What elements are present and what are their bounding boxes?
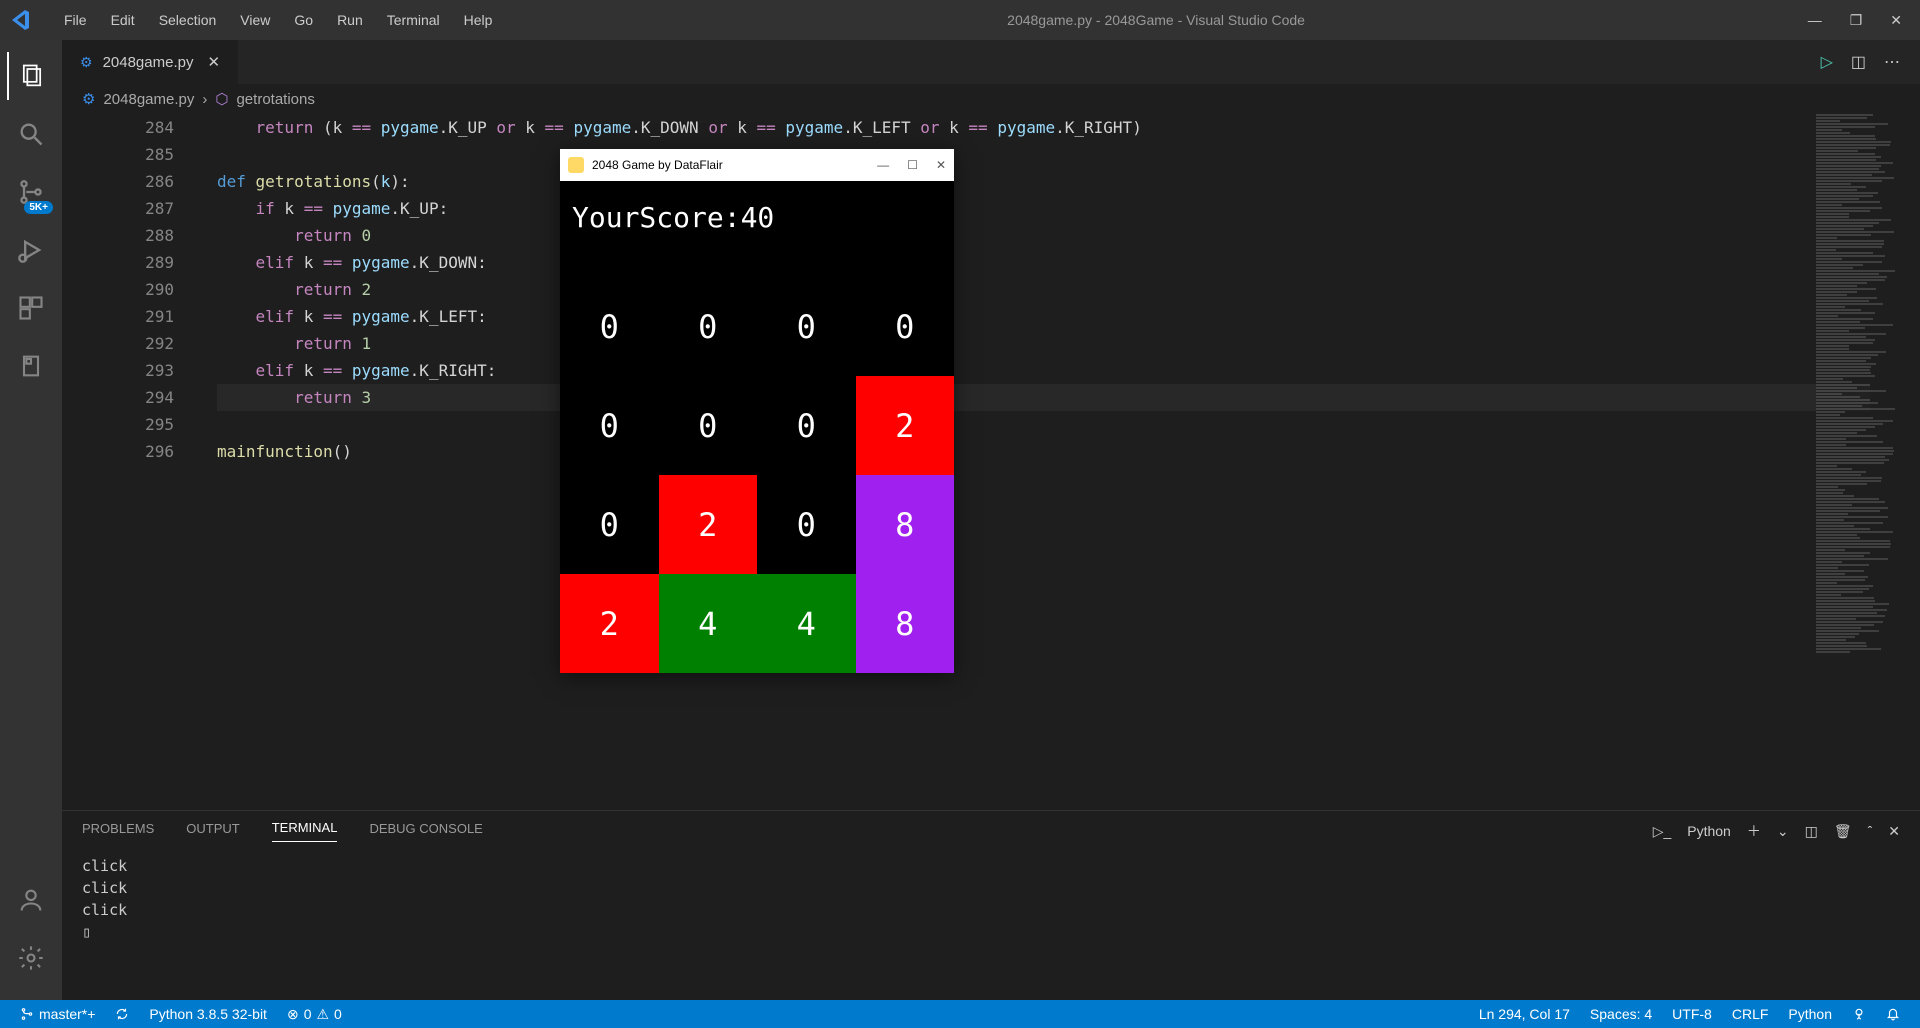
menu-help[interactable]: Help [452, 12, 505, 28]
menu-view[interactable]: View [228, 12, 282, 28]
search-icon[interactable] [7, 110, 55, 158]
status-interpreter[interactable]: Python 3.8.5 32-bit [139, 1006, 277, 1022]
game-title-bar[interactable]: 2048 Game by DataFlair — ☐ ✕ [560, 149, 954, 181]
menu-terminal[interactable]: Terminal [375, 12, 452, 28]
game-cell: 0 [856, 277, 955, 376]
game-cell: 0 [560, 277, 659, 376]
status-spaces[interactable]: Spaces: 4 [1580, 1006, 1662, 1022]
python-file-icon: ⚙ [82, 90, 95, 108]
vscode-logo-icon [8, 8, 32, 32]
new-terminal-icon[interactable]: ＋ [1747, 821, 1761, 841]
python-file-icon: ⚙ [80, 54, 93, 71]
game-canvas[interactable]: YourScore:40 0000000202082448 [560, 181, 954, 673]
breadcrumb[interactable]: ⚙ 2048game.py › ⬡ getrotations [62, 84, 1920, 114]
tab-2048game[interactable]: ⚙ 2048game.py ✕ [62, 40, 239, 84]
run-debug-icon[interactable] [7, 226, 55, 274]
main-editor-area: ⚙ 2048game.py ✕ ▷ ◫ ⋯ ⚙ 2048game.py › ⬡ … [62, 40, 1920, 1000]
game-minimize-icon[interactable]: — [877, 158, 889, 172]
status-branch[interactable]: master*+ [10, 1006, 105, 1022]
window-title: 2048game.py - 2048Game - Visual Studio C… [504, 12, 1807, 28]
game-cell: 8 [856, 475, 955, 574]
terminal-dropdown[interactable]: Python [1687, 823, 1731, 839]
game-grid: 0000000202082448 [560, 277, 954, 673]
code-editor[interactable]: 284285286287288289290291292293294295296 … [62, 114, 1920, 810]
game-cell: 2 [856, 376, 955, 475]
panel-tab-problems[interactable]: PROBLEMS [82, 821, 154, 842]
status-encoding[interactable]: UTF-8 [1662, 1006, 1722, 1022]
tab-label: 2048game.py [103, 54, 194, 71]
close-panel-icon[interactable]: ✕ [1888, 823, 1900, 840]
tab-bar: ⚙ 2048game.py ✕ ▷ ◫ ⋯ [62, 40, 1920, 84]
game-window: 2048 Game by DataFlair — ☐ ✕ YourScore:4… [560, 149, 954, 673]
split-editor-icon[interactable]: ◫ [1851, 52, 1866, 72]
settings-gear-icon[interactable] [7, 934, 55, 982]
breadcrumb-file: 2048game.py [103, 91, 194, 108]
title-bar: File Edit Selection View Go Run Terminal… [0, 0, 1920, 40]
panel-tab-terminal[interactable]: TERMINAL [272, 820, 338, 842]
menu-run[interactable]: Run [325, 12, 375, 28]
game-cell: 0 [659, 277, 758, 376]
bottom-panel: PROBLEMS OUTPUT TERMINAL DEBUG CONSOLE ▷… [62, 810, 1920, 1000]
close-icon[interactable]: ✕ [1890, 12, 1902, 29]
code-content[interactable]: return (k == pygame.K_UP or k == pygame.… [217, 114, 1870, 810]
game-cell: 0 [659, 376, 758, 475]
minimize-icon[interactable]: — [1808, 12, 1822, 29]
maximize-panel-icon[interactable]: ˆ [1868, 823, 1873, 839]
menu-file[interactable]: File [52, 12, 99, 28]
game-cell: 8 [856, 574, 955, 673]
game-close-icon[interactable]: ✕ [936, 158, 946, 172]
status-problems[interactable]: ⊗0 ⚠0 [277, 1006, 352, 1023]
split-terminal-icon[interactable]: ◫ [1805, 823, 1818, 840]
source-control-icon[interactable]: 5K+ [7, 168, 55, 216]
status-bar: master*+ Python 3.8.5 32-bit ⊗0 ⚠0 Ln 29… [0, 1000, 1920, 1028]
more-actions-icon[interactable]: ⋯ [1884, 52, 1900, 72]
menu-edit[interactable]: Edit [99, 12, 147, 28]
game-cell: 4 [757, 574, 856, 673]
status-bell-icon[interactable] [1876, 1006, 1910, 1022]
game-cell: 0 [560, 475, 659, 574]
panel-tab-debug[interactable]: DEBUG CONSOLE [369, 821, 482, 842]
breadcrumb-symbol: getrotations [236, 91, 314, 108]
game-cell: 0 [560, 376, 659, 475]
account-icon[interactable] [7, 876, 55, 924]
bookmark-icon[interactable] [7, 342, 55, 390]
chevron-right-icon: › [202, 91, 207, 108]
terminal-shell-icon: ▷_ [1653, 823, 1672, 840]
game-cell: 4 [659, 574, 758, 673]
status-cursor[interactable]: Ln 294, Col 17 [1469, 1006, 1580, 1022]
pygame-app-icon [568, 157, 584, 173]
run-file-icon[interactable]: ▷ [1821, 52, 1833, 72]
terminal-split-chevron-icon[interactable]: ⌄ [1777, 823, 1789, 840]
menu-selection[interactable]: Selection [147, 12, 229, 28]
explorer-icon[interactable] [7, 52, 55, 100]
activity-bar: 5K+ [0, 40, 62, 1000]
maximize-icon[interactable]: ❐ [1850, 12, 1863, 29]
game-maximize-icon[interactable]: ☐ [907, 158, 918, 172]
scm-badge: 5K+ [24, 201, 53, 214]
game-cell: 2 [560, 574, 659, 673]
terminal-output[interactable]: clickclickclick▯ [62, 851, 1920, 1000]
game-cell: 0 [757, 475, 856, 574]
kill-terminal-icon[interactable]: 🗑 [1834, 823, 1852, 840]
menu-go[interactable]: Go [282, 12, 325, 28]
game-window-title: 2048 Game by DataFlair [592, 158, 877, 172]
status-feedback-icon[interactable] [1842, 1006, 1876, 1022]
minimap[interactable] [1816, 114, 1916, 810]
game-cell: 2 [659, 475, 758, 574]
extensions-icon[interactable] [7, 284, 55, 332]
panel-tab-output[interactable]: OUTPUT [186, 821, 239, 842]
game-cell: 0 [757, 376, 856, 475]
line-number-gutter: 284285286287288289290291292293294295296 [62, 114, 202, 810]
status-eol[interactable]: CRLF [1722, 1006, 1779, 1022]
tab-close-icon[interactable]: ✕ [207, 53, 220, 71]
game-score: YourScore:40 [572, 201, 774, 234]
function-symbol-icon: ⬡ [215, 90, 228, 108]
game-cell: 0 [757, 277, 856, 376]
status-lang[interactable]: Python [1778, 1006, 1842, 1022]
status-sync-icon[interactable] [105, 1007, 139, 1021]
